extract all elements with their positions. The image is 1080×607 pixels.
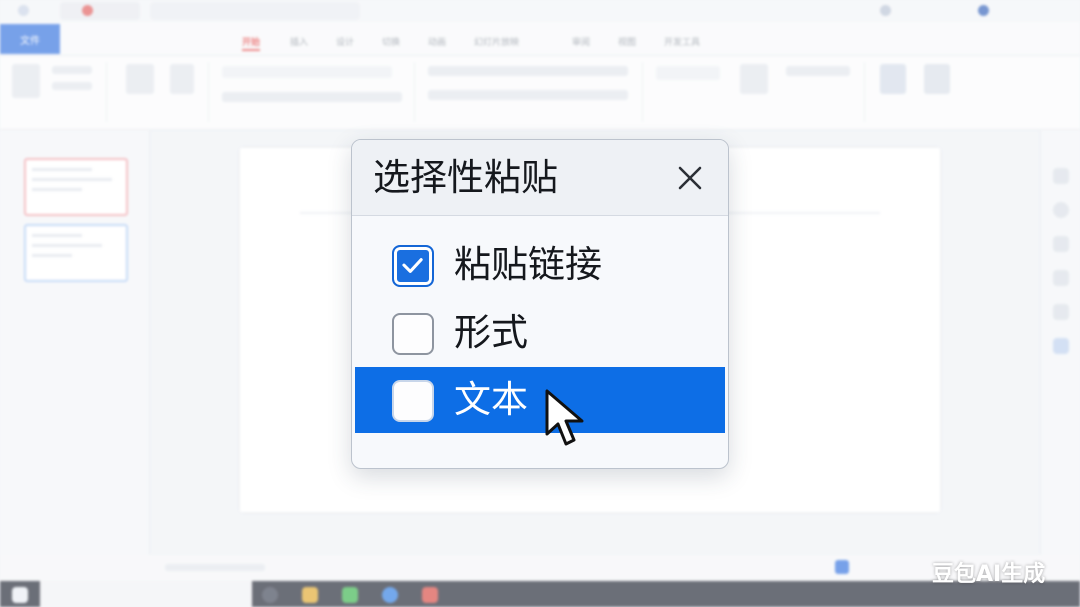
checkmark-icon: [402, 258, 423, 273]
dialog-header: 选择性粘贴: [352, 140, 728, 216]
mouse-pointer-icon: [545, 389, 584, 446]
option-text[interactable]: 文本: [355, 367, 725, 433]
option-paste-link[interactable]: 粘贴链接: [355, 232, 725, 298]
ai-watermark: 豆包AI生成: [932, 562, 1046, 587]
dialog-title: 选择性粘贴: [373, 156, 558, 199]
paste-special-dialog: 选择性粘贴 粘贴链接 形式 文本: [351, 139, 729, 469]
option-label: 粘贴链接: [454, 243, 602, 286]
option-label: 形式: [454, 311, 528, 354]
option-label: 文本: [454, 378, 528, 421]
format-checkbox[interactable]: [392, 313, 434, 355]
text-checkbox[interactable]: [392, 380, 434, 422]
close-icon[interactable]: [670, 158, 710, 198]
option-format[interactable]: 形式: [355, 300, 725, 366]
paste-link-checkbox[interactable]: [392, 245, 434, 287]
